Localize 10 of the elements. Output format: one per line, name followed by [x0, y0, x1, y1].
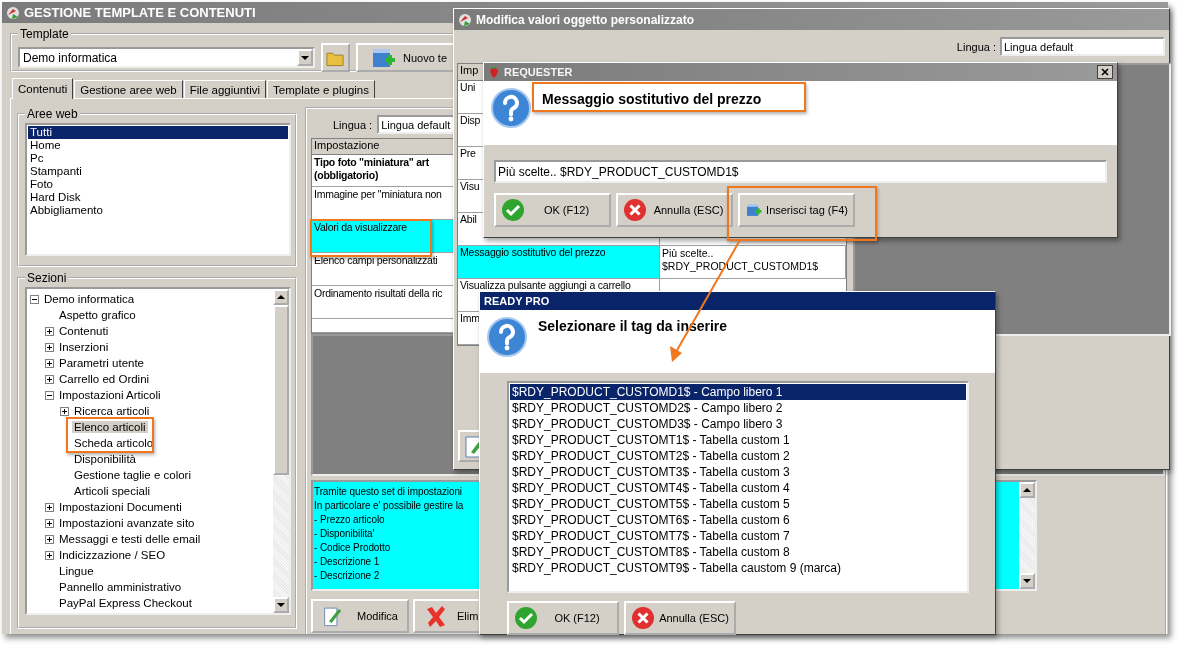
group-label: Sezioni [26, 271, 68, 285]
window-title: READY PRO [484, 295, 550, 307]
window-title: GESTIONE TEMPLATE E CONTENUTI [24, 5, 256, 20]
field-label: Lingua : [333, 118, 373, 131]
group-label: Template [19, 27, 70, 41]
dialog-message: Messaggio sostitutivo del prezzo [542, 91, 762, 107]
window-title: Modifica valori oggetto personalizzato [476, 12, 695, 27]
group-label: Aree web [26, 107, 79, 121]
window-title: REQUESTER [504, 66, 573, 78]
field-label: Lingua : [956, 40, 996, 53]
